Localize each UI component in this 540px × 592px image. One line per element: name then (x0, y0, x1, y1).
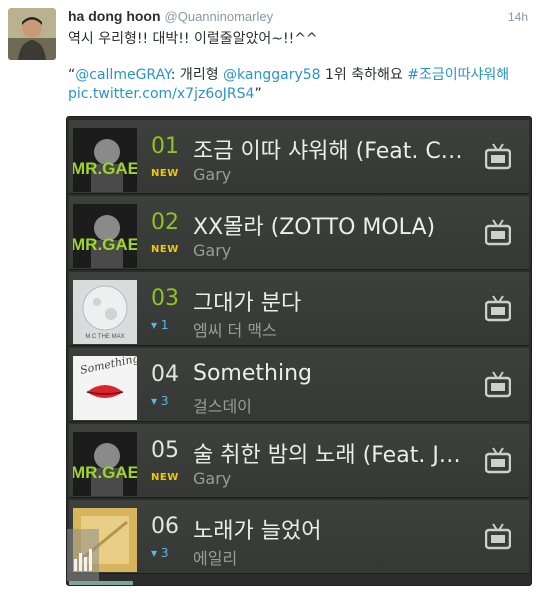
song-title: 조금 이따 샤워해 (Feat. C… (193, 139, 463, 164)
hashtag-link[interactable]: #조금이따샤워해 (407, 67, 509, 83)
rank-number: 02 (151, 210, 179, 235)
chart-row[interactable]: 06 노래가 늘었어 ▾ 3 에일리 (69, 500, 529, 574)
chart-row[interactable]: Something 04 Something ▾ 3 걸스데이 (69, 348, 529, 422)
tweet-card: ha dong hoon @Quanninomarley 14h 역시 우리형!!… (0, 0, 540, 592)
new-badge: NEW (151, 244, 179, 255)
mention-link[interactable]: @callmeGRAY (75, 67, 171, 83)
artist-name: 에일리 (193, 549, 238, 568)
rank-change: ▾ 3 (151, 394, 169, 408)
song-title: XX몰라 (ZOTTO MOLA) (193, 215, 436, 240)
rank-change: ▾ 3 (151, 546, 169, 560)
rank-number: 01 (151, 134, 179, 159)
tweet-text: 역시 우리형!! 대박!! 이럴줄알았어~!!^^ (68, 31, 318, 47)
media-link[interactable]: pic.twitter.com/x7jz6oJRS4 (68, 86, 254, 102)
svg-text:MR.GAE: MR.GAE (73, 235, 137, 254)
quote-close: ” (254, 86, 262, 102)
artist-name: Gary (193, 241, 232, 260)
svg-text:M.C THE MAX: M.C THE MAX (85, 334, 124, 340)
rank-number: 06 (151, 514, 179, 539)
artist-name: 걸스데이 (193, 397, 252, 416)
song-title: 술 취한 밤의 노래 (Feat. J… (193, 443, 461, 468)
song-title: 노래가 늘었어 (193, 519, 322, 544)
new-badge: NEW (151, 168, 179, 179)
music-chart-image[interactable]: MR.GAE 01 조금 이따 샤워해 (Feat. C… NEW Gary MR.GAE… (66, 116, 532, 586)
album-art: MR.GAE (73, 204, 137, 268)
chart-row[interactable]: M.C THE MAX 03 그대가 분다 ▾ 1 엠씨 더 맥스 (69, 272, 529, 346)
avatar[interactable] (8, 8, 56, 60)
new-badge: NEW (151, 472, 179, 483)
user-handle[interactable]: @Quanninomarley (165, 9, 274, 24)
artist-name: Gary (193, 469, 232, 488)
tv-icon[interactable] (484, 294, 512, 322)
chart-row[interactable]: MR.GAE 02 XX몰라 (ZOTTO MOLA) NEW Gary (69, 196, 529, 270)
tv-icon[interactable] (484, 370, 512, 398)
artist-name: Gary (193, 165, 232, 184)
tv-icon[interactable] (484, 142, 512, 170)
svg-text:MR.GAE: MR.GAE (73, 159, 137, 178)
artist-name: 엠씨 더 맥스 (193, 321, 277, 340)
svg-text:MR.GAE: MR.GAE (73, 463, 137, 482)
album-art: MR.GAE (73, 128, 137, 192)
tv-icon[interactable] (484, 446, 512, 474)
quote-text: 1위 축하해요 (320, 67, 408, 83)
album-art: M.C THE MAX (73, 280, 137, 344)
rank-number: 03 (151, 286, 179, 311)
mention-link[interactable]: @kanggary58 (223, 67, 321, 83)
quote-text: : 개리형 (170, 67, 224, 83)
display-name[interactable]: ha dong hoon @Quanninomarley (68, 8, 273, 24)
rank-number: 04 (151, 362, 179, 387)
quoted-tweet: “@callmeGRAY: 개리형 @kanggary58 1위 축하해요 #조… (68, 66, 528, 104)
rank-change: ▾ 1 (151, 318, 169, 332)
tv-icon[interactable] (484, 218, 512, 246)
rank-number: 05 (151, 438, 179, 463)
album-art: MR.GAE (73, 432, 137, 496)
equalizer-icon[interactable] (67, 529, 99, 581)
chart-row[interactable]: MR.GAE 01 조금 이따 샤워해 (Feat. C… NEW Gary (69, 120, 529, 194)
song-title: Something (193, 361, 312, 386)
album-art: Something (73, 356, 137, 420)
chart-row[interactable]: MR.GAE 05 술 취한 밤의 노래 (Feat. J… NEW Gary (69, 424, 529, 498)
tv-icon[interactable] (484, 522, 512, 550)
next-row-peek (69, 581, 133, 585)
song-title: 그대가 분다 (193, 291, 302, 316)
tweet-time[interactable]: 14h (508, 10, 528, 24)
